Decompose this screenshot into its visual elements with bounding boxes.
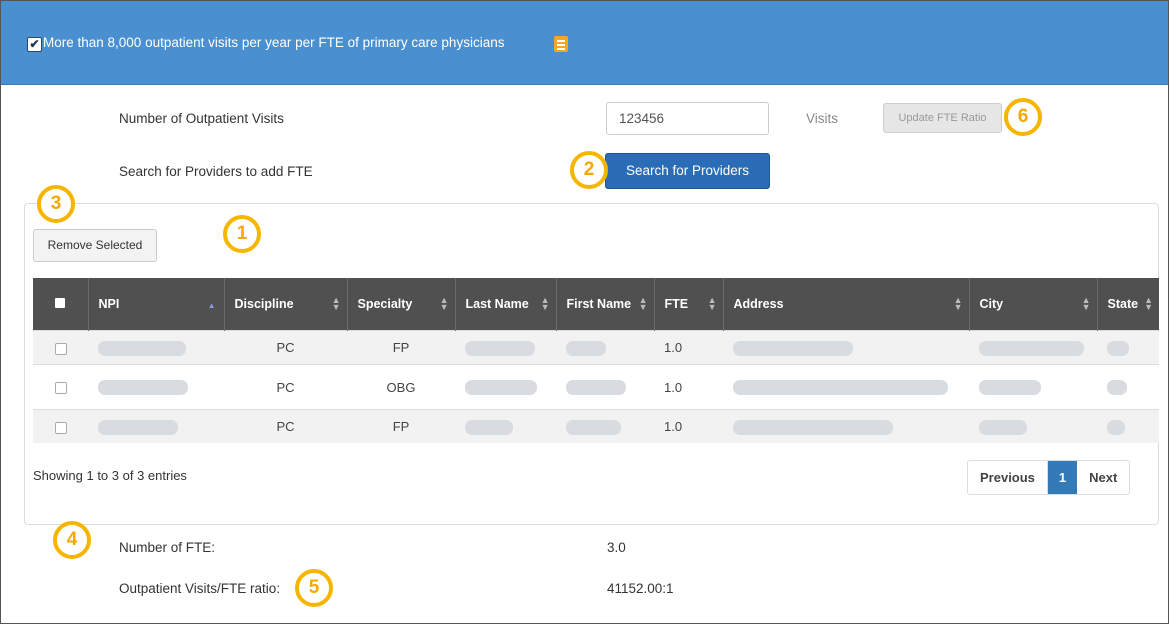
redacted-city: [979, 380, 1041, 396]
visits-fte-ratio-label: Outpatient Visits/FTE ratio:: [119, 581, 281, 596]
sort-icon: ▲ ▼: [707, 295, 717, 312]
app-frame: ✔ More than 8,000 outpatient visits per …: [0, 0, 1169, 624]
redacted-city: [979, 340, 1084, 356]
sort-icon: ▲ ▼: [540, 295, 550, 312]
redacted-npi: [98, 380, 188, 396]
table-row: PC FP 1.0: [33, 330, 1159, 365]
redacted-city: [979, 419, 1027, 435]
redacted-first-name: [566, 340, 606, 356]
callout-badge-4: 4: [53, 521, 91, 559]
redacted-npi: [98, 340, 186, 356]
row-checkbox[interactable]: [54, 382, 67, 395]
search-label: Search for Providers to add FTE: [119, 164, 313, 179]
sort-icon: ▲ ▼: [439, 295, 449, 312]
previous-page-button[interactable]: Previous: [968, 461, 1048, 494]
row-checkbox[interactable]: [54, 421, 67, 434]
redacted-first-name: [566, 380, 626, 396]
search-providers-button[interactable]: Search for Providers: [605, 153, 770, 189]
criterion-text: More than 8,000 outpatient visits per ye…: [43, 35, 505, 50]
callout-badge-1: 1: [223, 215, 261, 253]
redacted-address: [733, 419, 893, 435]
column-specialty[interactable]: Specialty ▲ ▼: [347, 278, 456, 331]
visits-unit: Visits: [806, 111, 839, 126]
cell-discipline: PC: [224, 409, 347, 443]
redacted-address: [733, 340, 853, 356]
pagination: Previous 1 Next: [967, 460, 1131, 495]
redacted-first-name: [566, 419, 621, 435]
sort-icon: ▲ ▼: [1081, 295, 1091, 312]
column-fte[interactable]: FTE ▲ ▼: [654, 278, 724, 331]
callout-badge-5: 5: [295, 569, 333, 607]
table-row: PC FP 1.0: [33, 409, 1159, 443]
column-address[interactable]: Address ▲ ▼: [723, 278, 970, 331]
cell-fte: 1.0: [654, 330, 723, 365]
providers-table: NPI ▲ Discipline ▲ ▼ Specialty ▲ ▼ Last Name ▲…: [33, 278, 1159, 443]
cell-specialty: OBG: [347, 364, 455, 410]
visits-input[interactable]: [606, 102, 769, 135]
cell-fte: 1.0: [654, 409, 723, 443]
redacted-state: [1107, 419, 1125, 435]
fte-count-label: Number of FTE:: [119, 540, 216, 555]
sort-icon: ▲ ▼: [638, 295, 648, 312]
next-page-button[interactable]: Next: [1077, 461, 1129, 494]
redacted-address: [733, 380, 948, 396]
callout-badge-3: 3: [37, 185, 75, 223]
update-fte-ratio-button[interactable]: Update FTE Ratio: [883, 103, 1002, 133]
column-npi[interactable]: NPI ▲: [88, 278, 225, 331]
page-1-button[interactable]: 1: [1047, 461, 1078, 494]
visits-fte-ratio-value: 41152.00:1: [607, 581, 674, 596]
column-first-name[interactable]: First Name ▲ ▼: [556, 278, 655, 331]
table-row: PC OBG 1.0: [33, 364, 1159, 410]
cell-fte: 1.0: [654, 364, 723, 410]
sort-icon: ▲ ▼: [331, 295, 341, 312]
callout-badge-2: 2: [570, 151, 608, 189]
sort-ascending-icon: ▲: [207, 301, 216, 310]
cell-specialty: FP: [347, 409, 455, 443]
cell-discipline: PC: [224, 330, 347, 365]
redacted-state: [1107, 380, 1127, 396]
cell-discipline: PC: [224, 364, 347, 410]
redacted-npi: [98, 419, 178, 435]
column-city[interactable]: City ▲ ▼: [969, 278, 1098, 331]
document-icon[interactable]: [554, 36, 568, 52]
column-last-name[interactable]: Last Name ▲ ▼: [455, 278, 557, 331]
sort-icon: ▲ ▼: [953, 295, 963, 312]
cell-specialty: FP: [347, 330, 455, 365]
visits-label: Number of Outpatient Visits: [119, 111, 284, 126]
redacted-last-name: [465, 340, 535, 356]
entries-info: Showing 1 to 3 of 3 entries: [33, 468, 187, 483]
table-header-row: NPI ▲ Discipline ▲ ▼ Specialty ▲ ▼ Last Name ▲…: [33, 278, 1159, 331]
callout-badge-6: 6: [1004, 98, 1042, 136]
redacted-last-name: [465, 419, 513, 435]
checkbox-icon: [55, 297, 66, 308]
column-state[interactable]: State ▲ ▼: [1097, 278, 1159, 331]
redacted-last-name: [465, 380, 537, 396]
fte-count-value: 3.0: [607, 540, 626, 555]
row-checkbox[interactable]: [54, 342, 67, 355]
criterion-checkbox[interactable]: ✔: [27, 37, 42, 52]
remove-selected-button[interactable]: Remove Selected: [33, 229, 157, 262]
select-all-checkbox[interactable]: [33, 278, 89, 331]
sort-icon: ▲ ▼: [1144, 295, 1153, 312]
column-discipline[interactable]: Discipline ▲ ▼: [224, 278, 348, 331]
redacted-state: [1107, 340, 1129, 356]
criterion-header: ✔ More than 8,000 outpatient visits per …: [1, 1, 1168, 85]
